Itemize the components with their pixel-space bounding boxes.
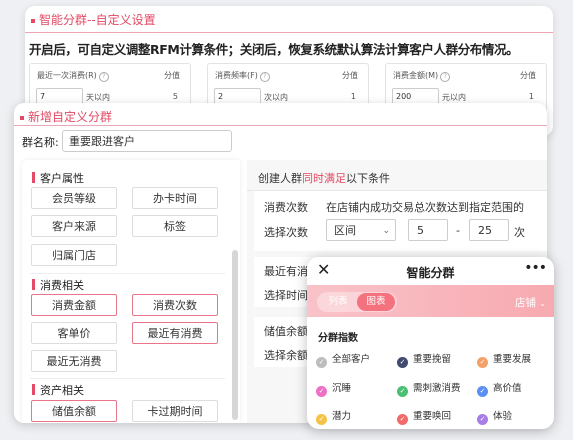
mobile-title: 智能分群 [406,266,455,280]
condition-consumption-count: 消费次数 在店铺内成功交易总次数达到指定范围的 选择次数 区间 ⌄ 5 - 25 … [254,191,547,251]
range-from-input[interactable]: 5 [408,219,448,241]
unit-label: 元以内 [442,93,466,102]
option-card-time[interactable]: 办卡时间 [132,187,218,209]
option-consumption-amount[interactable]: 消费金额 [31,294,117,316]
more-icon[interactable]: ••• [524,260,547,276]
score-header: 分值 [342,71,358,80]
mobile-preview: ✕ 智能分群 ••• 列表 图表 店铺 ⌄ 分群指数 ✓ 全部客户 ✓ 重要挽留 ✓… [307,257,554,429]
check-icon: ✓ [477,414,488,425]
section-assets: 资产相关 [32,382,84,398]
section-customer-attributes: 客户属性 [32,170,84,186]
option-avg-order[interactable]: 客单价 [31,322,117,344]
check-icon: ✓ [316,414,327,425]
option-card-expiry[interactable]: 卡过期时间 [132,400,218,422]
range-to-input[interactable]: 25 [469,219,509,241]
group-name-label: 群名称: [22,136,59,149]
unit-label: 天以内 [86,93,110,102]
chevron-down-icon: ⌄ [539,299,546,308]
divider [30,378,225,379]
check-icon: ✓ [316,357,327,368]
range-select[interactable]: 区间 ⌄ [326,219,396,241]
store-select[interactable]: 店铺 ⌄ [515,295,546,310]
choose-balance-label: 选择余额 [264,349,308,362]
legend-item[interactable]: ✓ 潜力 [316,408,351,425]
option-member-level[interactable]: 会员等级 [31,187,117,209]
score-value: 5 [172,92,178,101]
option-tag[interactable]: 标签 [132,215,218,237]
title-divider [25,32,553,33]
check-icon: ✓ [477,386,488,397]
score-header: 分值 [520,71,536,80]
legend-item[interactable]: ✓ 全部客户 [316,351,370,368]
legend-item[interactable]: ✓ 重要发展 [477,351,531,368]
help-icon[interactable]: ? [440,72,451,82]
dialog-divider [14,125,547,126]
check-icon: ✓ [397,357,408,368]
option-no-recent-consumption[interactable]: 最近无消费 [31,350,117,372]
check-icon: ✓ [397,414,408,425]
score-header: 分值 [164,71,180,80]
legend-item[interactable]: ✓ 高价值 [477,380,522,397]
range-dash: - [456,224,460,237]
condition-name: 消费次数 [264,201,308,214]
tab-list[interactable]: 列表 [319,293,357,311]
check-icon: ✓ [316,386,327,397]
option-recent-consumption[interactable]: 最近有消费 [132,322,218,344]
legend-item[interactable]: ✓ 沉睡 [316,380,351,397]
group-name-input[interactable]: 重要跟进客户 [62,130,232,152]
view-toggle: 列表 图表 [317,292,397,312]
legend-item[interactable]: ✓ 需刺激消费 [397,380,461,397]
chevron-down-icon: ⌄ [382,226,390,236]
card-label: 最近一次消费(R) [37,71,97,80]
condition-heading: 创建人群同时满足以下条件 [258,172,390,185]
legend-item[interactable]: ✓ 重要挽留 [397,351,451,368]
condition-name: 最近有消 [264,265,308,278]
condition-name: 储值余额 [264,325,308,338]
section-consumption: 消费相关 [32,277,84,293]
choose-count-label: 选择次数 [264,226,308,239]
settings-description: 开启后，可自定义调整RFM计算条件；关闭后，恢复系统默认算法计算客户人群分布情况… [29,42,519,57]
card-label: 消费金额(M) [393,71,439,80]
option-consumption-count[interactable]: 消费次数 [132,294,218,316]
help-icon[interactable]: ? [98,72,109,82]
attribute-list: 客户属性 会员等级 办卡时间 客户来源 标签 归属门店 消费相关 消费金额 消费… [22,160,240,423]
scrollbar[interactable] [232,250,238,420]
option-stored-balance[interactable]: 储值余额 [31,400,117,422]
divider [30,273,225,274]
dialog-title: 新增自定义分群 [20,108,112,125]
card-label: 消费频率(F) [215,71,258,80]
score-value: 1 [350,92,356,101]
tab-chart[interactable]: 图表 [357,293,395,311]
help-icon[interactable]: ? [259,72,270,82]
unit-label: 次以内 [264,93,288,102]
choose-time-label: 选择时间 [264,289,308,302]
condition-description: 在店铺内成功交易总次数达到指定范围的 [326,201,524,214]
section-title: 分群指数 [318,333,358,344]
score-value: 1 [528,92,534,101]
option-customer-source[interactable]: 客户来源 [31,215,117,237]
unit-label: 次 [514,226,525,239]
check-icon: ✓ [477,357,488,368]
legend-item[interactable]: ✓ 重要唤回 [397,408,451,425]
check-icon: ✓ [397,386,408,397]
settings-title: 智能分群--自定义设置 [31,11,156,28]
legend-item[interactable]: ✓ 体验 [477,408,512,425]
mobile-header: ✕ 智能分群 ••• [307,257,554,285]
option-home-store[interactable]: 归属门店 [31,244,117,266]
